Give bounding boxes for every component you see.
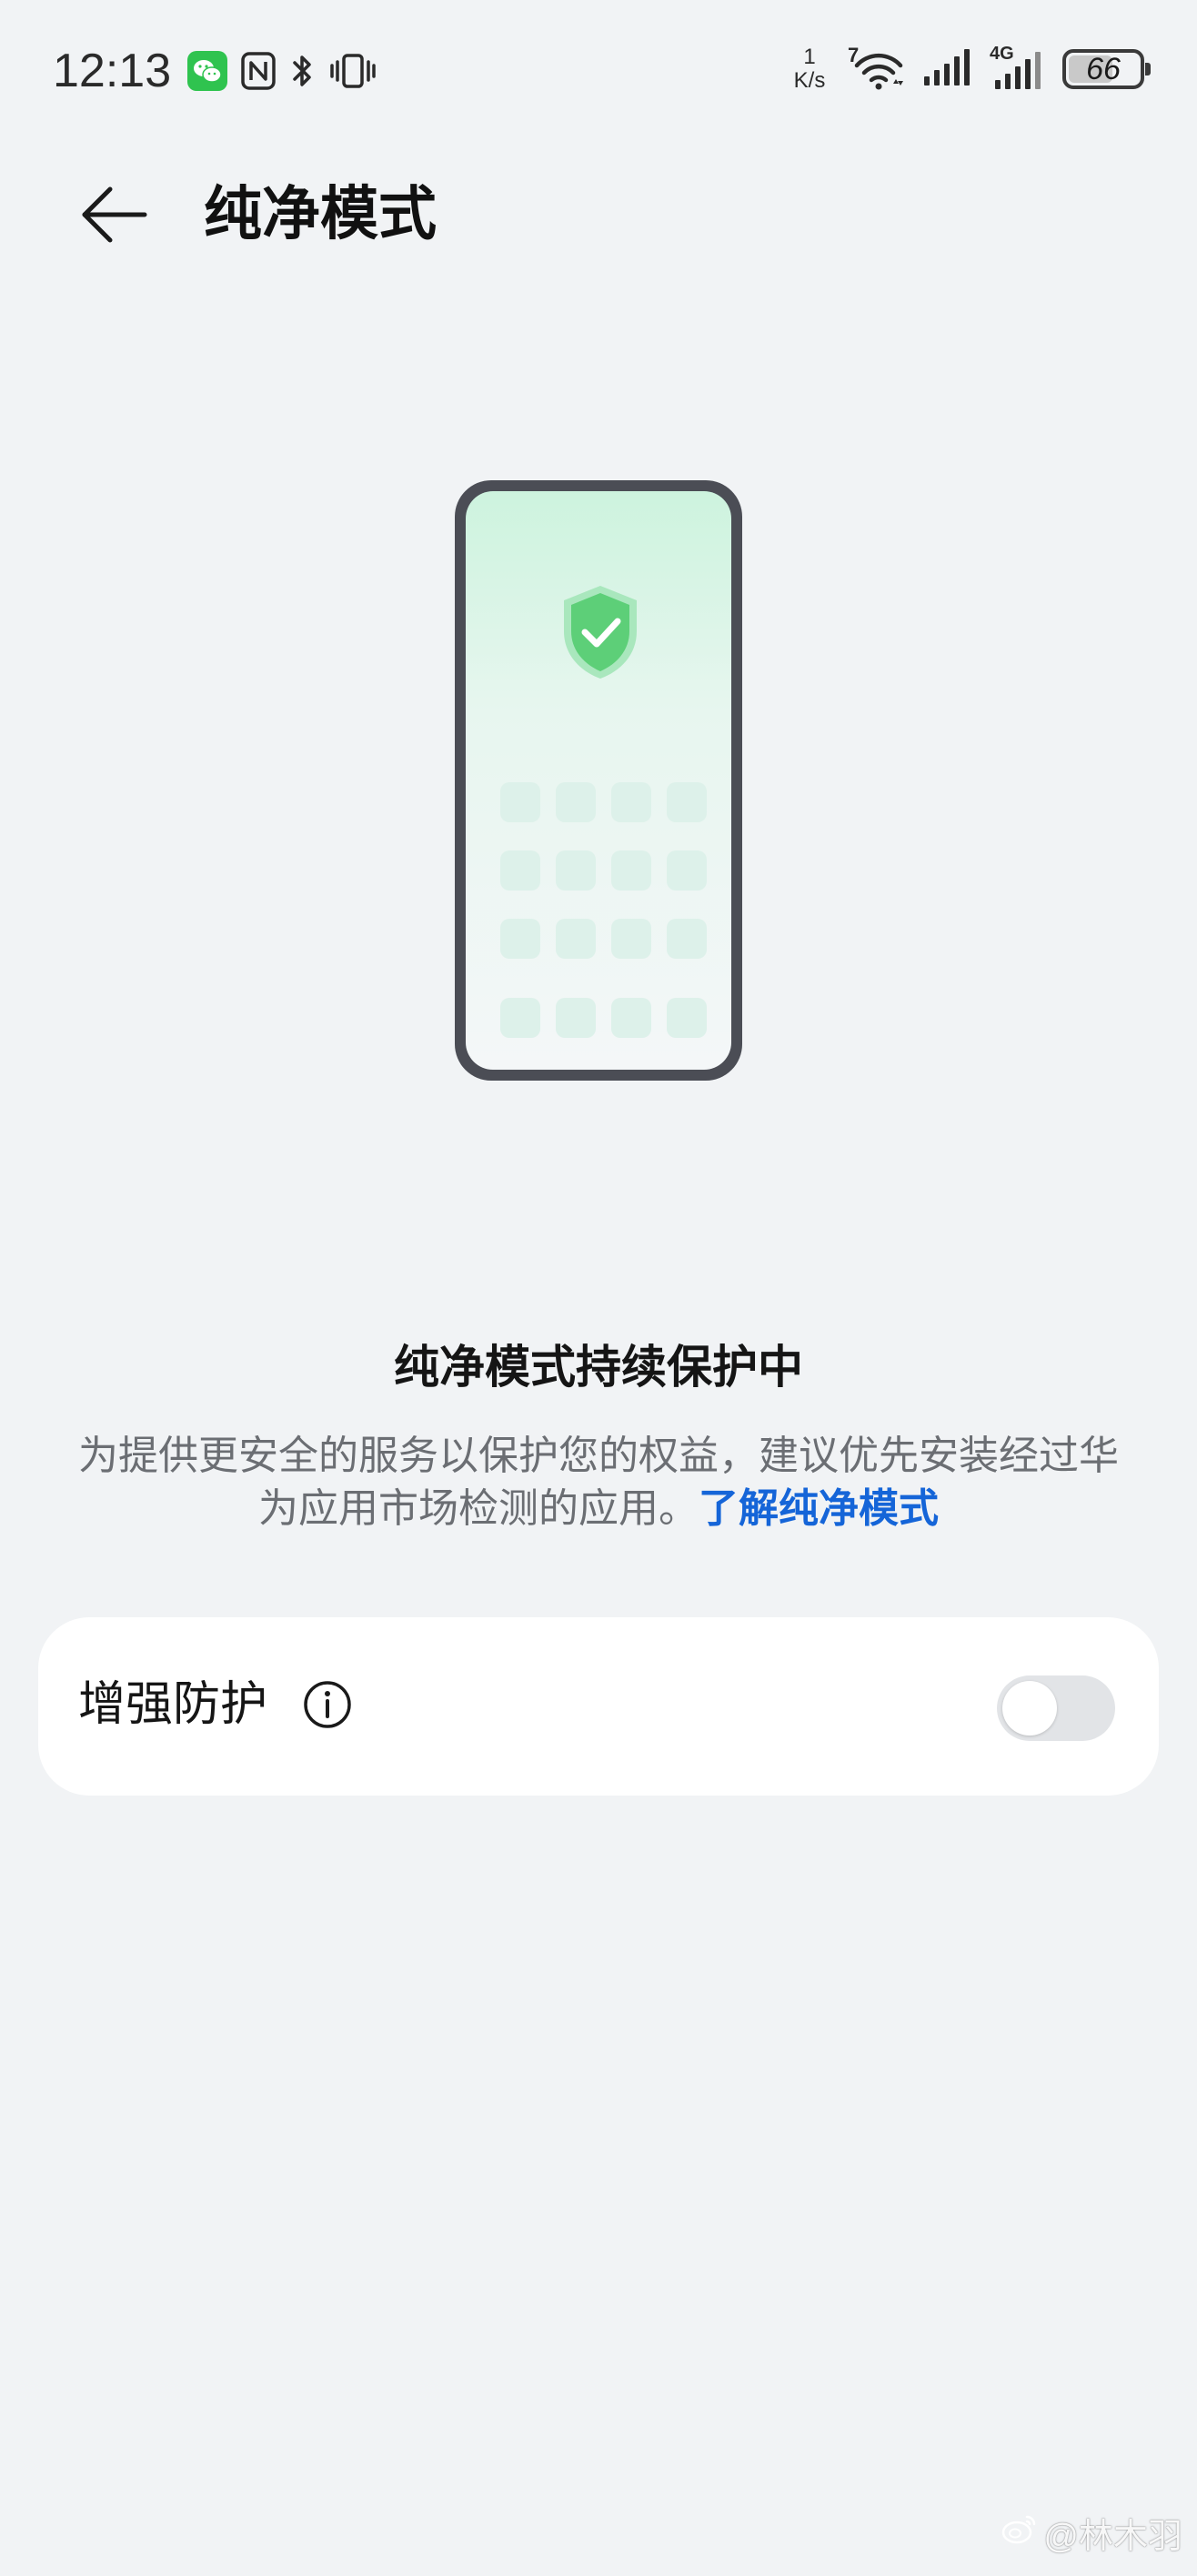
network-speed-value: 1 (803, 45, 816, 69)
wifi-icon: 7 (848, 44, 906, 91)
nfc-icon (240, 51, 277, 95)
battery-icon: 66 (1062, 49, 1151, 89)
bluetooth-icon (289, 51, 317, 95)
signal-icon (922, 47, 973, 91)
dock-tile (500, 998, 540, 1038)
app-tile (667, 919, 707, 959)
dock-tile (611, 998, 651, 1038)
weibo-icon (1001, 2513, 1038, 2553)
watermark: @林木羽 (1001, 2508, 1182, 2558)
dock-tile (667, 998, 707, 1038)
watermark-text: @林木羽 (1043, 2518, 1182, 2556)
app-tile (611, 919, 651, 959)
status-right-icons: 1 K/s 7 4G 66 (788, 44, 1151, 93)
app-tile (556, 919, 596, 959)
wechat-icon (187, 51, 227, 95)
app-grid (500, 782, 707, 1038)
enhanced-protection-toggle[interactable] (997, 1675, 1115, 1741)
phone-screen (466, 491, 731, 1070)
app-tile (667, 782, 707, 822)
signal-4g-icon: 4G (990, 44, 1046, 91)
protection-status-heading: 纯净模式持续保护中 (394, 1341, 803, 1394)
header: 纯净模式 (0, 164, 1197, 264)
app-tile (667, 850, 707, 891)
network-speed: 1 K/s (788, 45, 831, 93)
description-text: 为提供更安全的服务以保护您的权益，建议优先安装经过华为应用市场检测的应用。 (78, 1433, 1119, 1532)
app-tile (556, 782, 596, 822)
app-tile (611, 850, 651, 891)
app-tile (556, 850, 596, 891)
back-arrow-icon (79, 186, 148, 247)
app-tile (500, 782, 540, 822)
toggle-knob (1002, 1681, 1057, 1736)
page-title: 纯净模式 (204, 181, 437, 248)
wifi-badge: 7 (848, 44, 860, 66)
app-tile (500, 850, 540, 891)
mobile-data-badge: 4G (990, 44, 1014, 64)
dock-tile (556, 998, 596, 1038)
app-tile (500, 919, 540, 959)
learn-pure-mode-link[interactable]: 了解纯净模式 (699, 1485, 939, 1532)
battery-percentage: 66 (1086, 51, 1121, 86)
vibrate-icon (329, 51, 377, 95)
network-speed-unit: K/s (793, 68, 826, 93)
app-tile (611, 782, 651, 822)
enhanced-protection-label: 增强防护 (78, 1677, 268, 1732)
status-bar: 12:13 1 K/s 7 4G 66 (0, 0, 1197, 136)
pure-mode-description: 为提供更安全的服务以保护您的权益，建议优先安装经过华为应用市场检测的应用。了解纯… (73, 1430, 1124, 1535)
enhanced-protection-card: 增强防护 (38, 1617, 1159, 1796)
status-time: 12:13 (53, 45, 172, 97)
back-button[interactable] (73, 180, 155, 253)
info-icon[interactable] (302, 1679, 353, 1730)
shield-check-icon (564, 586, 637, 679)
pure-mode-illustration (455, 480, 742, 1081)
status-left-icons (187, 51, 377, 95)
